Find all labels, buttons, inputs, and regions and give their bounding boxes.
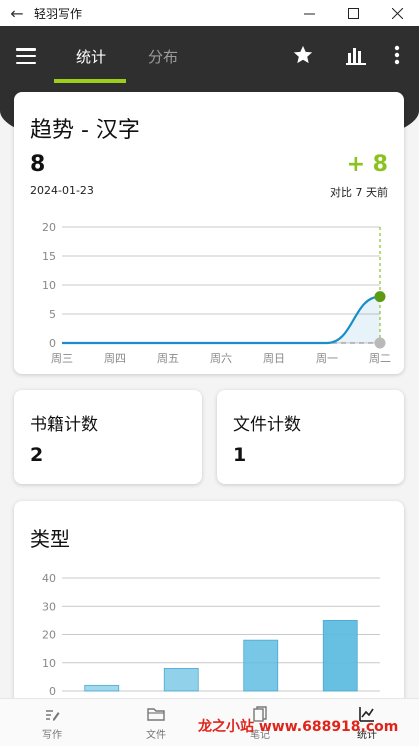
trend-title: 趋势 - 汉字 [30, 118, 140, 143]
x-tick-label: 周二 [369, 352, 391, 365]
x-tick-label: 周一 [316, 352, 338, 365]
tab-distribution[interactable]: 分布 [148, 46, 178, 67]
y-tick-label: 30 [42, 600, 56, 613]
app-header: 统计 分布 [0, 26, 419, 84]
star-icon[interactable] [292, 44, 314, 70]
y-tick-label: 0 [49, 337, 56, 350]
books-count-label: 书籍计数 [30, 415, 98, 435]
trend-line-chart: 20 15 10 5 0 周三 周四 周五 周六 周日 周一 周二 [42, 221, 391, 365]
maximize-icon [347, 7, 359, 19]
watermark: 龙之小站 www.688918.com [198, 719, 399, 735]
y-tick-label: 20 [42, 221, 56, 234]
y-tick-label: 10 [42, 657, 56, 670]
current-point [374, 291, 386, 303]
trend-date: 2024-01-23 [30, 184, 94, 197]
tab-stats[interactable]: 统计 [76, 46, 106, 67]
window-titlebar: ← 轻羽写作 [0, 0, 419, 26]
trend-delta: + 8 [346, 152, 388, 177]
nav-item-files[interactable]: 文件 [104, 699, 208, 746]
current-series-area [62, 296, 380, 343]
minimize-button[interactable] [287, 0, 331, 26]
books-count-value: 2 [30, 444, 44, 466]
books-count-card: 书籍计数 2 [14, 390, 202, 484]
close-button[interactable] [375, 0, 419, 26]
y-tick-label: 20 [42, 629, 56, 642]
x-tick-label: 周三 [51, 352, 73, 365]
x-tick-label: 周五 [157, 352, 179, 365]
current-series-line [62, 295, 381, 345]
bar [84, 684, 120, 692]
x-tick-label: 周四 [104, 352, 126, 365]
y-tick-label: 10 [42, 279, 56, 292]
previous-point [374, 337, 386, 349]
bar-chart-icon[interactable] [345, 44, 367, 70]
types-card: 类型 40 30 20 10 0 [14, 501, 404, 731]
trend-card: 趋势 - 汉字 8 2024-01-23 + 8 对比 7 天前 20 15 10 5… [14, 92, 404, 374]
close-icon [391, 7, 403, 19]
bar [163, 668, 199, 692]
maximize-button[interactable] [331, 0, 375, 26]
y-tick-label: 0 [49, 685, 56, 698]
x-tick-label: 周六 [210, 352, 232, 365]
active-tab-indicator [54, 79, 126, 83]
menu-icon[interactable] [16, 48, 36, 64]
more-vert-icon[interactable] [392, 44, 402, 70]
y-tick-label: 15 [42, 250, 56, 263]
back-arrow-icon[interactable]: ← [0, 0, 34, 26]
x-tick-label: 周日 [263, 352, 285, 365]
nav-label-files: 文件 [146, 730, 166, 741]
folder-icon [147, 705, 165, 723]
minimize-icon [303, 13, 315, 14]
bar [243, 639, 279, 692]
files-count-value: 1 [233, 444, 247, 466]
nav-item-write[interactable]: 写作 [0, 699, 104, 746]
nav-label-write: 写作 [42, 730, 62, 741]
window-title: 轻羽写作 [34, 6, 83, 21]
trend-count: 8 [30, 152, 46, 177]
y-tick-label: 40 [42, 572, 56, 585]
trend-compare: 对比 7 天前 [330, 186, 388, 199]
types-title: 类型 [30, 527, 70, 551]
files-count-card: 文件计数 1 [217, 390, 404, 484]
bar [322, 619, 358, 692]
pen-icon [44, 705, 60, 723]
y-tick-label: 5 [49, 308, 56, 321]
files-count-label: 文件计数 [233, 415, 301, 435]
